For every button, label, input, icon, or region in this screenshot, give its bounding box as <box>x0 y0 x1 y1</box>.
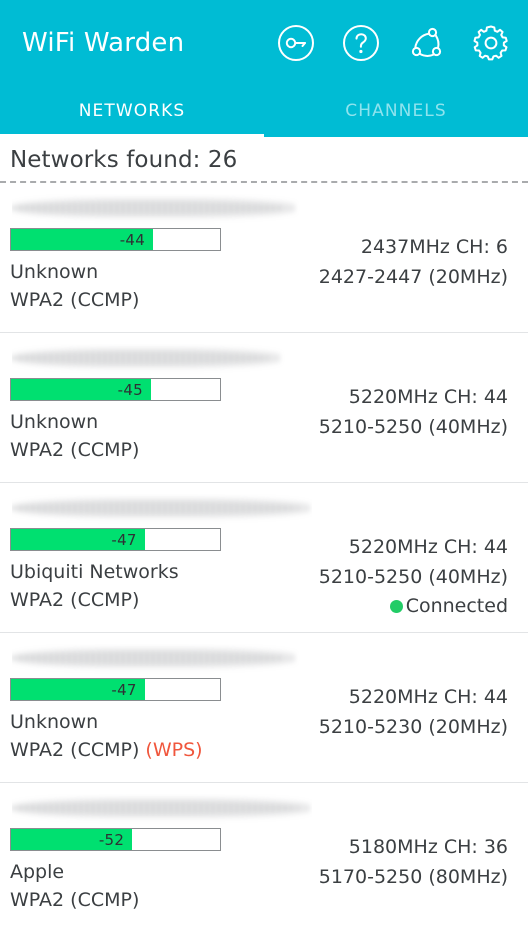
security-label: WPA2 (CCMP) <box>10 889 140 911</box>
connected-dot-icon <box>389 599 403 613</box>
settings-icon[interactable] <box>468 20 514 66</box>
security-label: WPA2 (CCMP) <box>10 439 140 461</box>
network-row[interactable]: -52 Apple WPA2 (CCMP) 5180MHz CH: 36 5170-52… <box>0 783 528 933</box>
network-row[interactable]: -47 Unknown WPA2 (CCMP) (WPS) 5220MHz CH: 4… <box>0 633 528 783</box>
networks-found-section: Networks found: 26 <box>0 137 528 183</box>
signal-bar: -44 <box>10 228 221 251</box>
signal-bar: -47 <box>10 528 221 551</box>
signal-bar: -52 <box>10 828 221 851</box>
page-title: WiFi Warden <box>22 27 185 58</box>
wifi-warden-app: WiFi Warden NETWORKS CHANNELS Networks f… <box>0 0 528 936</box>
network-security: WPA2 (CCMP) (WPS) <box>10 736 310 764</box>
network-range: 5210-5250 (40MHz) <box>318 416 508 438</box>
ssid-blurred <box>12 344 312 374</box>
tab-bar: NETWORKS CHANNELS <box>0 85 528 137</box>
network-security: WPA2 (CCMP) <box>10 436 310 464</box>
network-frequency: 5180MHz CH: 36 <box>348 836 508 858</box>
signal-value: -44 <box>119 230 146 249</box>
key-icon[interactable] <box>273 20 319 66</box>
tab-networks-label: NETWORKS <box>78 101 186 121</box>
network-list[interactable]: -44 Unknown WPA2 (CCMP) 2437MHz CH: 6 2427-2… <box>0 183 528 936</box>
signal-value: -45 <box>117 380 144 399</box>
signal-value: -52 <box>98 830 125 849</box>
connected-status: Connected <box>310 592 508 620</box>
network-frequency: 5220MHz CH: 44 <box>348 686 508 708</box>
security-label: WPA2 (CCMP) <box>10 739 140 761</box>
share-icon[interactable] <box>403 20 449 66</box>
network-range: 5170-5250 (80MHz) <box>318 866 508 888</box>
ssid-blurred <box>12 794 312 824</box>
network-security: WPA2 (CCMP) <box>10 886 310 914</box>
action-bar <box>273 20 514 66</box>
network-row[interactable]: -47 Ubiquiti Networks WPA2 (CCMP) 5220MHz C… <box>0 483 528 633</box>
network-range: 5210-5250 (40MHz) <box>318 566 508 588</box>
network-range: 5210-5230 (20MHz) <box>318 716 508 738</box>
network-row[interactable]: -44 Unknown WPA2 (CCMP) 2437MHz CH: 6 2427-2… <box>0 183 528 333</box>
signal-value: -47 <box>111 680 137 699</box>
network-frequency: 5220MHz CH: 44 <box>348 386 508 408</box>
network-row[interactable]: -45 Unknown WPA2 (CCMP) 5220MHz CH: 44 5210-… <box>0 333 528 483</box>
tab-channels[interactable]: CHANNELS <box>264 85 528 137</box>
network-frequency: 2437MHz CH: 6 <box>360 236 508 258</box>
network-vendor: Unknown <box>10 411 99 433</box>
ssid-blurred <box>12 494 312 524</box>
network-security: WPA2 (CCMP) <box>10 586 310 614</box>
signal-bar: -45 <box>10 378 221 401</box>
signal-value: -47 <box>111 530 137 549</box>
wps-badge: (WPS) <box>145 739 203 761</box>
security-label: WPA2 (CCMP) <box>10 589 140 611</box>
networks-found-label: Networks found: 26 <box>10 147 238 173</box>
network-range: 2427-2447 (20MHz) <box>318 266 508 288</box>
signal-bar: -47 <box>10 678 221 701</box>
app-bar: WiFi Warden <box>0 0 528 85</box>
network-vendor: Ubiquiti Networks <box>10 561 179 583</box>
network-vendor: Unknown <box>10 711 99 733</box>
network-security: WPA2 (CCMP) <box>10 286 310 314</box>
tab-networks[interactable]: NETWORKS <box>0 85 264 137</box>
security-label: WPA2 (CCMP) <box>10 289 140 311</box>
tab-channels-label: CHANNELS <box>345 101 447 121</box>
network-vendor: Unknown <box>10 261 99 283</box>
ssid-blurred <box>12 644 312 674</box>
help-icon[interactable] <box>338 20 384 66</box>
ssid-blurred <box>12 194 312 224</box>
network-vendor: Apple <box>10 861 65 883</box>
network-frequency: 5220MHz CH: 44 <box>348 536 508 558</box>
connected-label: Connected <box>405 595 508 617</box>
